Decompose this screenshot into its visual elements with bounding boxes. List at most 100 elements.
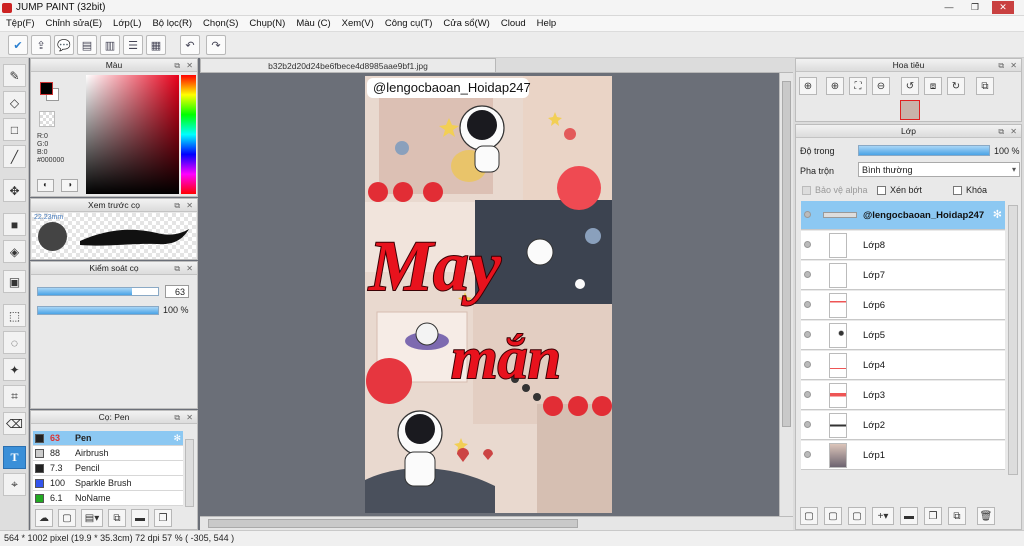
menu-capture[interactable]: Chụp(N) bbox=[249, 18, 285, 29]
layer-row-2[interactable]: Lớp2 bbox=[801, 411, 1005, 440]
brush-size-input[interactable]: 63 bbox=[165, 285, 189, 298]
layer-row-6[interactable]: Lớp6 bbox=[801, 291, 1005, 320]
layer-row-4[interactable]: Lớp4 bbox=[801, 351, 1005, 380]
brush-item-pencil[interactable]: 7.3 Pencil bbox=[33, 461, 183, 476]
message-icon[interactable]: ▤ bbox=[77, 35, 97, 55]
comment-icon[interactable]: 💬 bbox=[54, 35, 74, 55]
transparent-swatch[interactable] bbox=[39, 111, 55, 127]
layer-row-8[interactable]: Lớp8 bbox=[801, 231, 1005, 260]
layer-settings-icon[interactable]: ✻ bbox=[993, 208, 1002, 221]
bucket-tool-icon[interactable]: ◈ bbox=[3, 240, 26, 263]
eye-icon[interactable] bbox=[804, 301, 811, 308]
brush-menu-icon[interactable]: ▤▾ bbox=[81, 509, 103, 527]
minimize-button[interactable]: — bbox=[938, 1, 960, 14]
rect-select-tool-icon[interactable]: ⬚ bbox=[3, 304, 26, 327]
rectangle-tool-icon[interactable]: □ bbox=[3, 118, 26, 141]
menu-help[interactable]: Help bbox=[537, 18, 557, 29]
eye-icon[interactable] bbox=[804, 271, 811, 278]
zoom-in-icon[interactable]: ⊕ bbox=[826, 77, 844, 95]
hue-slider[interactable] bbox=[181, 75, 196, 194]
color-picker-icon[interactable]: ◐ bbox=[37, 179, 54, 192]
brush-folder-icon[interactable]: ▬ bbox=[131, 509, 149, 527]
close-button[interactable]: ✕ bbox=[992, 1, 1014, 14]
menu-color[interactable]: Màu (C) bbox=[296, 18, 330, 29]
lock-checkbox[interactable] bbox=[953, 186, 962, 195]
eye-icon[interactable] bbox=[804, 391, 811, 398]
artwork-canvas[interactable]: May mắn @lengocbaoan_Hoidap247 bbox=[365, 76, 612, 513]
menu-select[interactable]: Chọn(S) bbox=[203, 18, 238, 29]
layer-row-3[interactable]: Lớp3 bbox=[801, 381, 1005, 410]
brush-opacity-slider[interactable] bbox=[37, 306, 159, 315]
eye-icon[interactable] bbox=[804, 421, 811, 428]
export-icon[interactable]: ⇪ bbox=[31, 35, 51, 55]
move-tool-icon[interactable]: ✥ bbox=[3, 179, 26, 202]
protect-alpha-checkbox[interactable] bbox=[802, 186, 811, 195]
grid-icon[interactable]: ▦ bbox=[146, 35, 166, 55]
vertical-scroll-thumb[interactable] bbox=[782, 81, 791, 427]
line-tool-icon[interactable]: ╱ bbox=[3, 145, 26, 168]
menu-filter[interactable]: Bộ lọc(R) bbox=[152, 18, 192, 29]
brush-size-slider[interactable] bbox=[37, 287, 159, 296]
duplicate-brush-icon[interactable]: ❐ bbox=[154, 509, 172, 527]
fit-window-icon[interactable]: ⛶ bbox=[849, 77, 867, 95]
menu-view[interactable]: Xem(V) bbox=[342, 18, 374, 29]
select-eraser-tool-icon[interactable]: ⌫ bbox=[3, 412, 26, 435]
canvas-area[interactable]: b32b2d20d24be6fbece4d8985aae9bf1.jpg May… bbox=[200, 58, 793, 530]
document-tab[interactable]: b32b2d20d24be6fbece4d8985aae9bf1.jpg bbox=[200, 58, 496, 73]
layer-row-1[interactable]: Lớp1 bbox=[801, 441, 1005, 470]
redo-icon[interactable]: ↷ bbox=[206, 35, 226, 55]
eye-icon[interactable] bbox=[804, 451, 811, 458]
document-icon[interactable]: ▥ bbox=[100, 35, 120, 55]
restore-button[interactable]: ❐ bbox=[964, 1, 986, 14]
menu-window[interactable]: Cửa sổ(W) bbox=[443, 18, 489, 29]
eye-icon[interactable] bbox=[804, 211, 811, 218]
menu-cloud[interactable]: Cloud bbox=[501, 18, 526, 29]
eye-icon[interactable] bbox=[804, 361, 811, 368]
eye-icon[interactable] bbox=[804, 241, 811, 248]
canvas-horizontal-scrollbar[interactable] bbox=[200, 516, 793, 530]
select-pen-tool-icon[interactable]: ⌗ bbox=[3, 385, 26, 408]
copy-brush-icon[interactable]: ⧉ bbox=[108, 509, 126, 527]
flip-icon[interactable]: ⧈ bbox=[924, 77, 942, 95]
layer-opacity-slider[interactable] bbox=[858, 145, 990, 156]
brush-item-airbrush[interactable]: 88 Airbrush bbox=[33, 446, 183, 461]
undo-icon[interactable]: ↶ bbox=[180, 35, 200, 55]
color-set-icon[interactable]: ◑ bbox=[61, 179, 78, 192]
rotate-left-icon[interactable]: ↺ bbox=[901, 77, 919, 95]
settings-gear-icon[interactable]: ✻ bbox=[173, 431, 181, 445]
clipping-checkbox[interactable] bbox=[877, 186, 886, 195]
navigator-thumbnail[interactable] bbox=[900, 100, 920, 120]
blend-mode-select[interactable]: Bình thường ▾ bbox=[858, 162, 1020, 177]
magic-wand-tool-icon[interactable]: ✦ bbox=[3, 358, 26, 381]
menu-tools[interactable]: Công cụ(T) bbox=[385, 18, 433, 29]
merge-layer-icon[interactable]: ⧉ bbox=[948, 507, 966, 525]
panel-buttons[interactable]: ⧉ ✕ bbox=[174, 60, 195, 72]
navigator-lock-icon[interactable]: ⧉ bbox=[976, 77, 994, 95]
layer-row-5[interactable]: Lớp5 bbox=[801, 321, 1005, 350]
check-icon[interactable]: ✔ bbox=[8, 35, 28, 55]
rotate-right-icon[interactable]: ↻ bbox=[947, 77, 965, 95]
list-icon[interactable]: ☰ bbox=[123, 35, 143, 55]
saturation-value-field[interactable] bbox=[86, 75, 179, 194]
horizontal-scroll-thumb[interactable] bbox=[208, 519, 578, 528]
fill-rect-tool-icon[interactable]: ■ bbox=[3, 213, 26, 236]
layer-row-text[interactable]: @lengocbaoan_Hoidap247 ✻ bbox=[801, 201, 1005, 230]
zoom-fit-icon[interactable]: ⊕ bbox=[799, 77, 817, 95]
new-raster-layer-icon[interactable]: ▢ bbox=[824, 507, 842, 525]
layer-list-scrollbar[interactable] bbox=[1008, 205, 1018, 475]
brush-item-pen[interactable]: 63 Pen ✻ bbox=[33, 431, 183, 446]
eraser-tool-icon[interactable]: ◇ bbox=[3, 91, 26, 114]
lasso-tool-icon[interactable]: ◌ bbox=[3, 331, 26, 354]
menu-file[interactable]: Tệp(F) bbox=[6, 18, 35, 29]
menu-layer[interactable]: Lớp(L) bbox=[113, 18, 141, 29]
pen-tool-icon[interactable]: ✎ bbox=[3, 64, 26, 87]
add-layer-menu-icon[interactable]: +▾ bbox=[872, 507, 894, 525]
brush-item-noname[interactable]: 6.1 NoName bbox=[33, 491, 183, 506]
text-tool-icon[interactable]: T bbox=[3, 446, 26, 469]
layer-folder-icon[interactable]: ▬ bbox=[900, 507, 918, 525]
menu-edit[interactable]: Chỉnh sửa(E) bbox=[46, 18, 103, 29]
brush-list-scrollbar[interactable] bbox=[185, 439, 194, 507]
gradient-tool-icon[interactable]: ▣ bbox=[3, 270, 26, 293]
new-8bit-layer-icon[interactable]: ▢ bbox=[848, 507, 866, 525]
eyedropper-tool-icon[interactable]: ⌖ bbox=[3, 473, 26, 496]
